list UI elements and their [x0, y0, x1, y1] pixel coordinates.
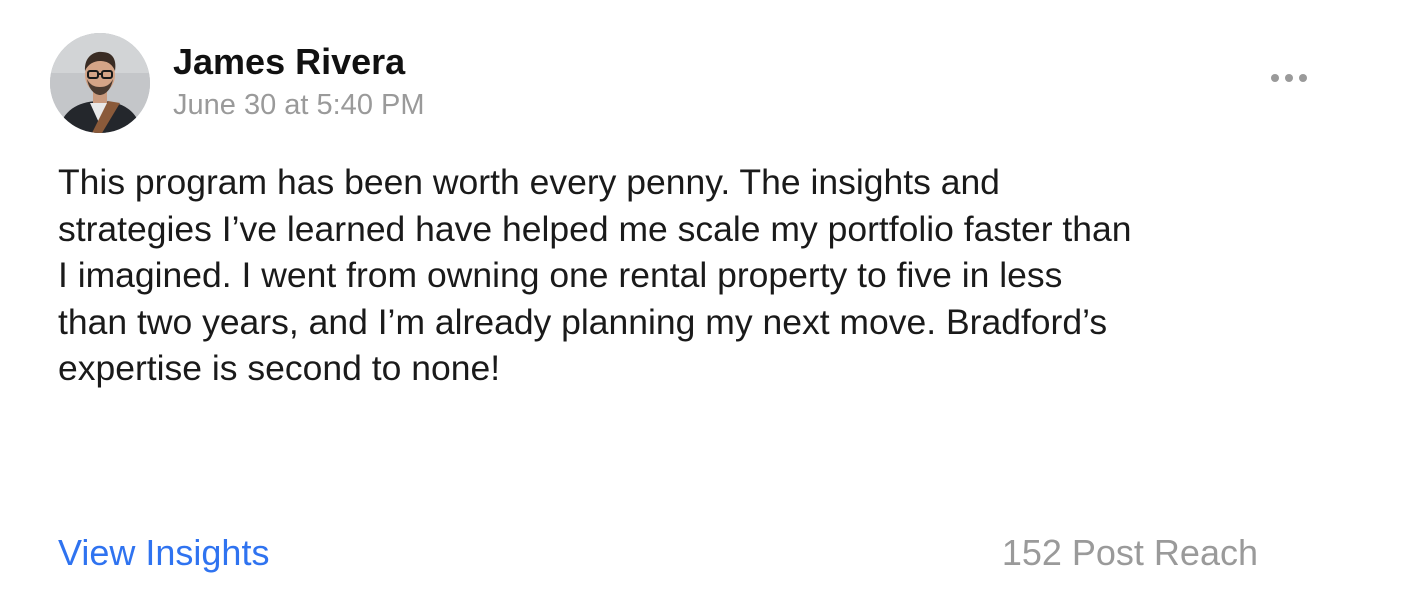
post-body-line: expertise is second to none! [58, 348, 501, 388]
post-card: James Rivera June 30 at 5:40 PM This pro… [0, 0, 1408, 606]
post-reach-count: 152 Post Reach [1001, 532, 1258, 573]
more-options-button[interactable] [1264, 64, 1314, 92]
ellipsis-icon [1271, 74, 1279, 82]
post-timestamp: June 30 at 5:40 PM [173, 89, 425, 121]
author-name[interactable]: James Rivera [173, 40, 405, 84]
post-body-line: strategies I’ve learned have helped me s… [58, 208, 1132, 249]
ellipsis-icon [1299, 74, 1307, 82]
view-insights-link[interactable]: View Insights [58, 531, 269, 575]
profile-photo [50, 33, 150, 133]
ellipsis-icon [1285, 74, 1293, 82]
author-avatar[interactable] [50, 33, 150, 133]
post-body: This program has been worth every penny.… [58, 159, 1318, 392]
post-body-line: I imagined. I went from owning one renta… [58, 255, 1063, 295]
post-body-line: than two years, and I’m already planning… [58, 301, 1108, 342]
post-body-line: This program has been worth every penny.… [58, 162, 1000, 202]
